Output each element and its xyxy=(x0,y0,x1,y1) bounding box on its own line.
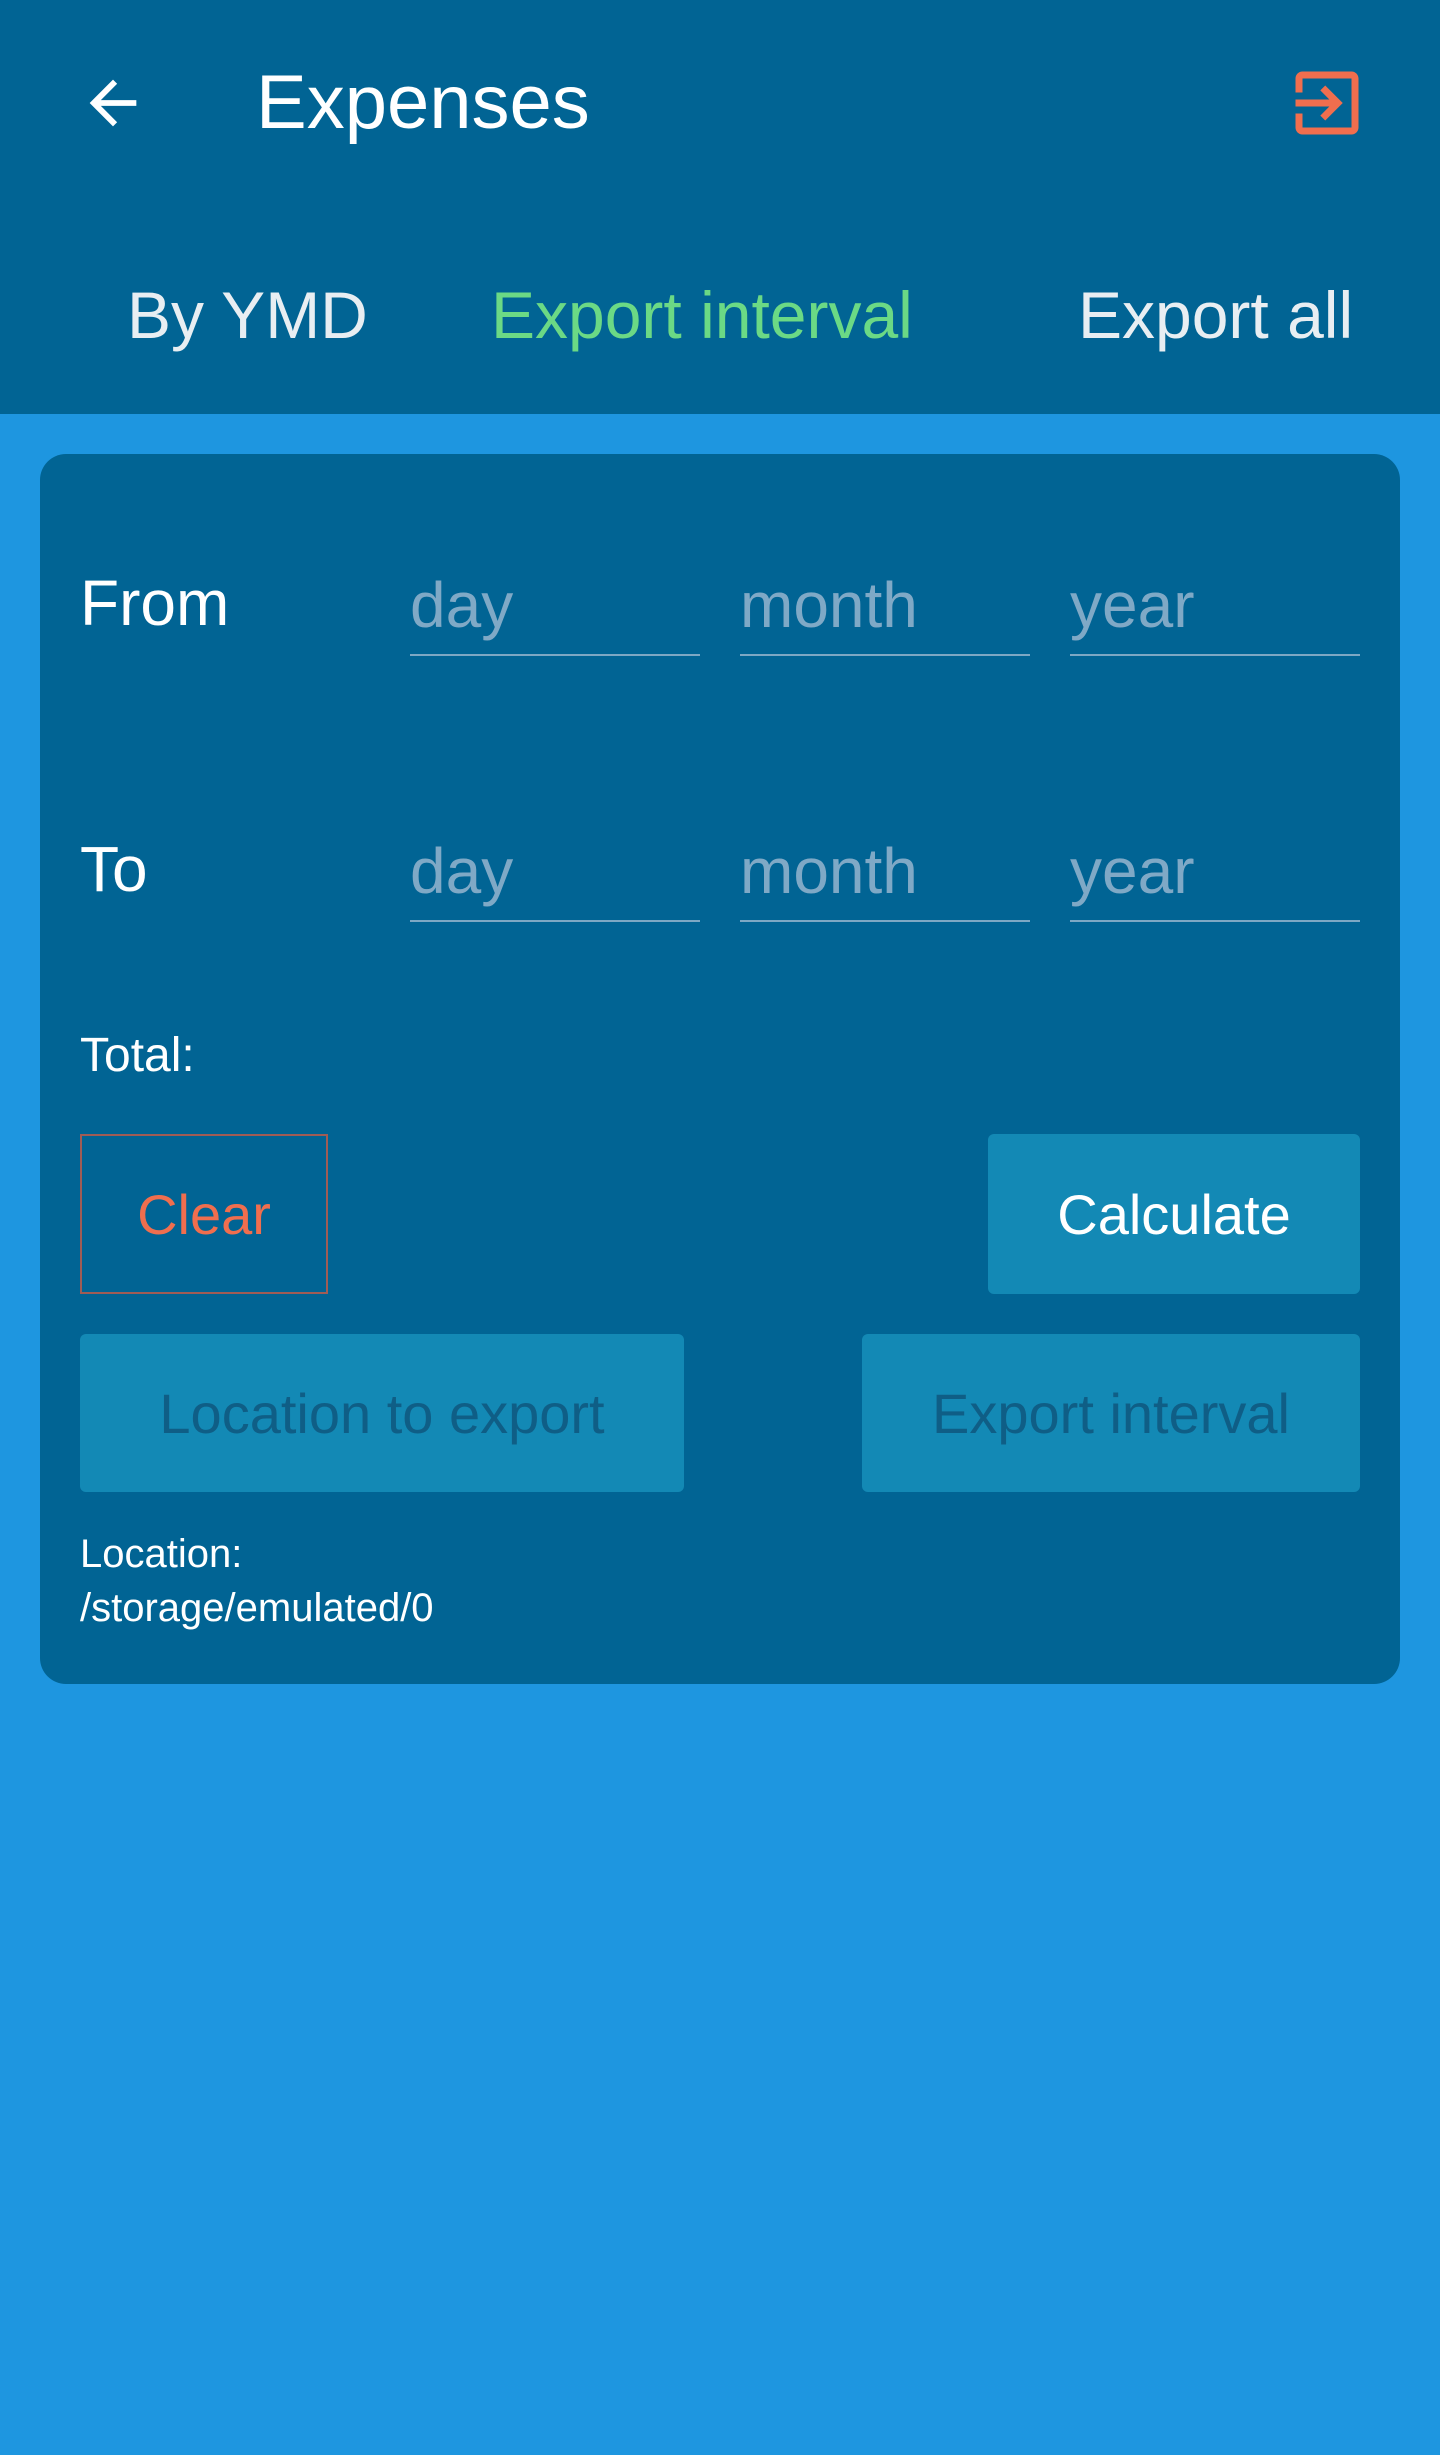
to-day-field[interactable] xyxy=(410,822,700,922)
back-button[interactable] xyxy=(62,52,164,154)
tab-by-ymd[interactable]: By YMD xyxy=(127,250,368,380)
clear-button[interactable]: Clear xyxy=(80,1134,328,1294)
from-month-input[interactable] xyxy=(740,556,1030,654)
export-interval-button[interactable]: Export interval xyxy=(862,1334,1360,1492)
from-day-input[interactable] xyxy=(410,556,700,654)
exit-to-app-icon xyxy=(1295,71,1359,135)
from-year-field[interactable] xyxy=(1070,556,1360,656)
export-interval-card: From To Total: Clear Calculate Location … xyxy=(40,454,1400,1684)
from-year-input[interactable] xyxy=(1070,556,1360,654)
to-label: To xyxy=(80,833,148,905)
app-bar: Expenses By YMD Export interval Export a… xyxy=(0,0,1440,414)
to-month-field[interactable] xyxy=(740,822,1030,922)
location-to-export-button[interactable]: Location to export xyxy=(80,1334,684,1492)
location-path: /storage/emulated/0 xyxy=(80,1586,434,1630)
to-year-field[interactable] xyxy=(1070,822,1360,922)
to-month-input[interactable] xyxy=(740,822,1030,920)
tab-bar: By YMD Export interval Export all xyxy=(0,250,1440,380)
from-label: From xyxy=(80,567,230,639)
total-label: Total: xyxy=(80,1029,195,1082)
exit-button[interactable] xyxy=(1276,52,1378,154)
page-title: Expenses xyxy=(256,60,590,145)
from-day-field[interactable] xyxy=(410,556,700,656)
from-month-field[interactable] xyxy=(740,556,1030,656)
calculate-button[interactable]: Calculate xyxy=(988,1134,1360,1294)
tab-export-all[interactable]: Export all xyxy=(1078,250,1353,380)
location-label: Location: xyxy=(80,1532,243,1576)
arrow-left-icon xyxy=(89,79,137,127)
to-day-input[interactable] xyxy=(410,822,700,920)
tab-export-interval[interactable]: Export interval xyxy=(491,250,913,380)
to-year-input[interactable] xyxy=(1070,822,1360,920)
